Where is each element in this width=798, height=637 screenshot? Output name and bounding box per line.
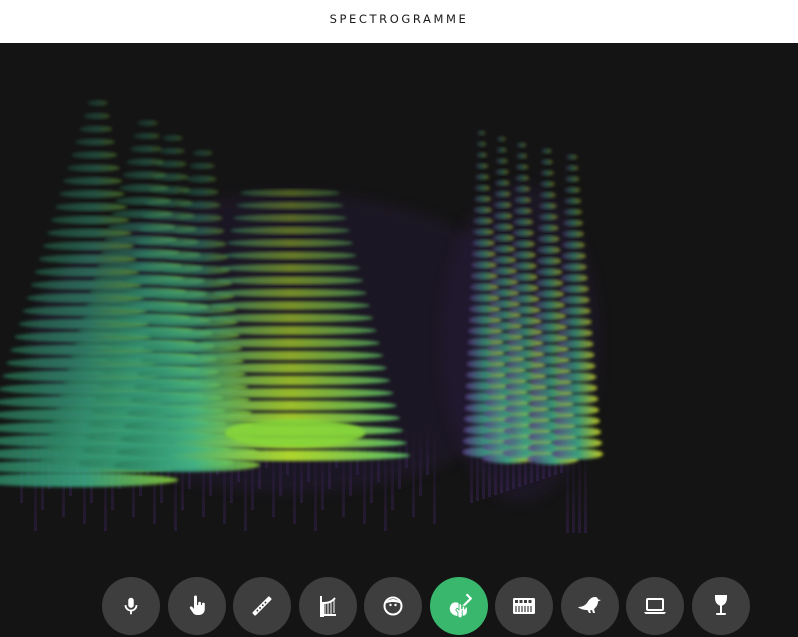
laptop-icon (642, 595, 668, 617)
tool-bird-button[interactable] (560, 577, 619, 635)
synthesizer-icon (511, 594, 537, 618)
flute-icon (249, 593, 275, 619)
tool-wine-glass-button[interactable] (691, 577, 750, 635)
spectrogram-visualization (0, 100, 604, 533)
tool-voice-button[interactable] (364, 577, 422, 635)
harp-icon (316, 594, 340, 618)
guitar-icon (444, 591, 474, 621)
hand-pointer-icon (185, 594, 209, 618)
wine-glass-icon (711, 593, 731, 619)
tool-synth-button[interactable] (495, 577, 553, 635)
tool-draw-button[interactable] (167, 577, 226, 635)
spectrogram-stage[interactable] (0, 43, 798, 635)
spectrogram-layer (0, 100, 604, 533)
instrument-toolbar (0, 577, 798, 637)
tool-laptop-button[interactable] (626, 577, 684, 635)
tool-microphone-button[interactable] (102, 577, 160, 635)
microphone-icon (120, 595, 142, 617)
tool-guitar-button[interactable] (429, 577, 488, 635)
tool-harp-button[interactable] (298, 577, 357, 635)
top-bar: SPECTROGRAMME (0, 0, 798, 43)
page-title: SPECTROGRAMME (329, 11, 469, 26)
tool-flute-button[interactable] (233, 577, 291, 635)
bird-icon (576, 593, 604, 619)
face-icon (381, 594, 405, 618)
